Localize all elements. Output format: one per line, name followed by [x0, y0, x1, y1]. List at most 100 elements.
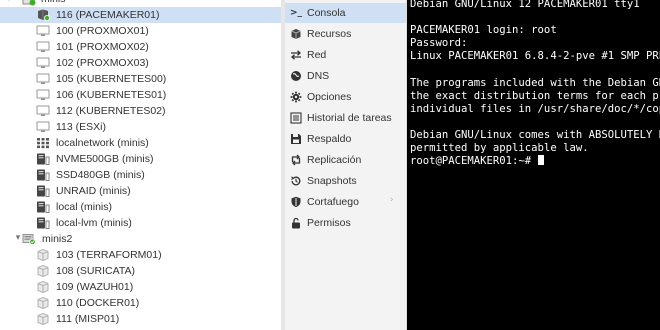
tree-item-label: SSD480GB (minis): [56, 169, 145, 181]
menu-item-opciones[interactable]: Opciones: [285, 87, 406, 107]
tree-item[interactable]: 113 (ESXi): [0, 119, 281, 135]
tree-item[interactable]: 116 (PACEMAKER01): [0, 7, 281, 23]
chevron-right-icon: ›: [390, 195, 394, 205]
tree-node[interactable]: ▾ minis2: [0, 231, 281, 247]
menu-item-label: Respaldo: [307, 133, 352, 145]
menu-item-label: Snapshots: [307, 175, 357, 187]
vm-config-menu: >_ Consola Recursos Red DNS Opciones Historial…: [285, 0, 407, 330]
terminal-text: PACEMAKER01 login: root: [410, 24, 557, 37]
terminal-text: the exact distribution terms for each pr…: [410, 89, 660, 102]
terminal-line: Debian GNU/Linux comes with ABSOLUTELY N…: [410, 129, 660, 142]
tree-item-label: 106 (KUBERNETES01): [56, 89, 167, 101]
terminal-text: Debian GNU/Linux 12 PACEMAKER01 tty1: [410, 0, 640, 10]
menu-item-label: Historial de tareas: [307, 112, 392, 124]
tree-item[interactable]: 101 (PROXMOX02): [0, 39, 281, 55]
tree-item[interactable]: NVME500GB (minis): [0, 151, 281, 167]
tree-item[interactable]: localnetwork (minis): [0, 135, 281, 151]
tree-item[interactable]: 112 (KUBERNETES02): [0, 103, 281, 119]
tree-item[interactable]: 100 (PROXMOX01): [0, 23, 281, 39]
tree-node-minis[interactable]: ▾ minis: [0, 0, 281, 6]
menu-item-respaldo[interactable]: Respaldo: [285, 129, 406, 149]
terminal-line: Linux PACEMAKER01 6.8.4-2-pve #1 SMP PRE…: [410, 50, 660, 63]
tree-node-label: minis: [41, 0, 66, 6]
task-list-icon: [290, 112, 302, 124]
tree-item[interactable]: 109 (WAZUH01): [0, 279, 281, 295]
terminal-text: Linux PACEMAKER01 6.8.4-2-pve #1 SMP PRE…: [410, 50, 660, 63]
shield-icon: [290, 196, 302, 208]
container-icon: [36, 313, 50, 325]
menu-item-consola[interactable]: >_ Consola: [285, 3, 406, 23]
terminal-cursor: [537, 155, 544, 166]
menu-item-replicaci-n[interactable]: Replicación: [285, 150, 406, 170]
tree-item-label: minis2: [42, 233, 73, 245]
menu-item-dns[interactable]: DNS: [285, 66, 406, 86]
menu-item-label: Red: [307, 49, 327, 61]
terminal-line: Debian GNU/Linux 12 PACEMAKER01 tty1: [410, 0, 640, 11]
terminal-line: PACEMAKER01 login: root: [410, 24, 557, 37]
container-icon: [36, 249, 50, 261]
exchange-arrows-icon: [290, 49, 302, 61]
menu-item-red[interactable]: Red: [285, 45, 406, 65]
collapse-toggle-icon[interactable]: ▾: [4, 0, 14, 4]
unlock-icon: [290, 217, 302, 229]
tree-item-label: 109 (WAZUH01): [56, 281, 134, 293]
tree-item-label: 103 (TERRAFORM01): [56, 249, 162, 261]
terminal-line: root@PACEMAKER01:~#: [410, 155, 544, 168]
tree-item-label: local (minis): [56, 201, 113, 213]
tree-item[interactable]: 103 (TERRAFORM01): [0, 247, 281, 263]
menu-item-label: Permisos: [307, 217, 351, 229]
menu-item-permisos[interactable]: Permisos: [285, 213, 406, 233]
storage-icon: [36, 201, 50, 213]
container-icon: [36, 265, 50, 277]
menu-item-label: Replicación: [307, 154, 362, 166]
terminal-text: Password:: [410, 37, 468, 50]
menu-item-recursos[interactable]: Recursos: [285, 24, 406, 44]
menu-item-label: DNS: [307, 70, 330, 82]
terminal-text: permitted by applicable law.: [410, 142, 589, 155]
menu-item-snapshots[interactable]: Snapshots: [285, 171, 406, 191]
vm-icon: [36, 121, 50, 133]
storage-icon: [36, 153, 50, 165]
menu-item-cortafuego[interactable]: Cortafuego ›: [285, 192, 406, 212]
tree-item-label: local-lvm (minis): [56, 217, 132, 229]
storage-icon: [36, 185, 50, 197]
resource-tree: ▾ minis 116 (PACEMAKER01) 100 (PROXMOX01)…: [0, 0, 281, 330]
terminal-text: Debian GNU/Linux comes with ABSOLUTELY N…: [410, 129, 660, 141]
terminal-line: the exact distribution terms for each pr…: [410, 90, 660, 103]
vm-icon: [36, 57, 50, 69]
menu-item-historial-de-tareas[interactable]: Historial de tareas: [285, 108, 406, 128]
tree-item[interactable]: local-lvm (minis): [0, 215, 281, 231]
tree-item-label: 108 (SURICATA): [56, 265, 135, 277]
tree-item-label: 101 (PROXMOX02): [56, 41, 149, 53]
tree-item[interactable]: 111 (MISP01): [0, 311, 281, 327]
storage-icon: [36, 169, 50, 181]
tree-item-label: UNRAID (minis): [56, 185, 131, 197]
cube-icon: [290, 28, 302, 40]
tree-item[interactable]: 102 (PROXMOX03): [0, 55, 281, 71]
tree-item[interactable]: 110 (DOCKER01): [0, 295, 281, 311]
terminal-line: Password:: [410, 37, 467, 50]
node-online-icon: [22, 233, 36, 245]
vm-icon: [36, 41, 50, 53]
tree-item[interactable]: 108 (SURICATA): [0, 263, 281, 279]
menu-item-label: Opciones: [307, 91, 352, 103]
tree-item-label: 105 (KUBERNETES00): [56, 73, 167, 85]
tree-item[interactable]: local (minis): [0, 199, 281, 215]
floppy-disk-icon: [290, 133, 302, 145]
tree-item[interactable]: 105 (KUBERNETES00): [0, 71, 281, 87]
tree-item[interactable]: 106 (KUBERNETES01): [0, 87, 281, 103]
tree-item[interactable]: UNRAID (minis): [0, 183, 281, 199]
container-icon: [36, 297, 50, 309]
vm-running-icon: [36, 9, 50, 21]
tree-item-label: 111 (MISP01): [56, 313, 120, 325]
history-icon: [290, 175, 302, 187]
container-icon: [36, 281, 50, 293]
tree-item-label: 113 (ESXi): [56, 121, 106, 133]
tree-item[interactable]: SSD480GB (minis): [0, 167, 281, 183]
node-online-icon: [22, 0, 36, 6]
terminal-line: permitted by applicable law.: [410, 142, 589, 155]
menu-item-label: Consola: [307, 7, 346, 19]
vm-console[interactable]: Debian GNU/Linux 12 PACEMAKER01 tty1 PACE…: [407, 0, 660, 330]
menu-item-label: Recursos: [307, 28, 352, 40]
terminal-line: The programs included with the Debian GN…: [410, 77, 660, 90]
